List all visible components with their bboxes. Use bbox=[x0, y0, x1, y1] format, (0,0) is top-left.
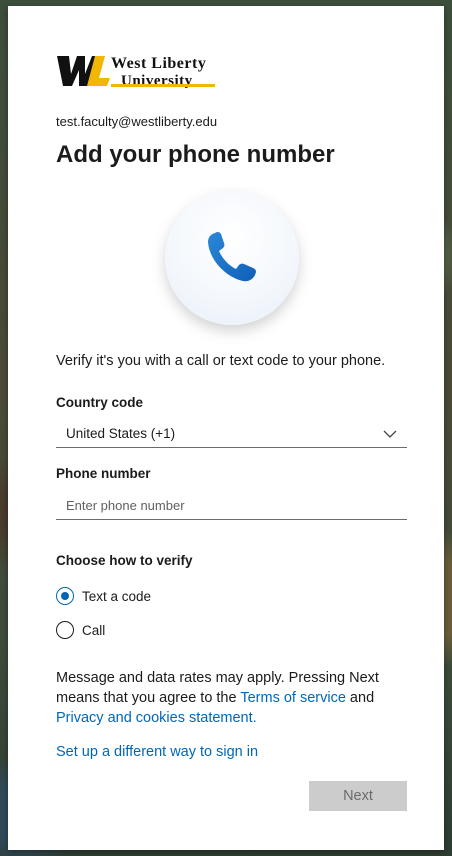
brand-name-line1: West Liberty bbox=[111, 55, 207, 72]
phone-illustration bbox=[165, 191, 299, 325]
notice-text-middle: and bbox=[345, 690, 375, 706]
phone-icon bbox=[208, 232, 256, 282]
country-code-select[interactable]: United States (+1) bbox=[56, 421, 407, 448]
country-code-label: Country code bbox=[56, 395, 144, 410]
radio-button-selected[interactable] bbox=[56, 587, 74, 605]
phone-number-label: Phone number bbox=[56, 466, 151, 481]
university-logo: West Liberty University bbox=[55, 52, 225, 90]
sign-in-card: West Liberty University test.faculty@wes… bbox=[8, 6, 444, 850]
logo-underline bbox=[111, 84, 215, 87]
radio-label-call: Call bbox=[82, 622, 106, 638]
next-button[interactable]: Next bbox=[309, 781, 407, 811]
verify-method-label: Choose how to verify bbox=[56, 553, 193, 568]
phone-number-input[interactable] bbox=[56, 492, 407, 520]
radio-label-text-a-code: Text a code bbox=[82, 588, 152, 604]
account-email: test.faculty@westliberty.edu bbox=[56, 114, 218, 129]
country-code-value: United States (+1) bbox=[66, 426, 176, 441]
privacy-statement-link[interactable]: Privacy and cookies statement. bbox=[56, 710, 257, 726]
rates-notice: Message and data rates may apply. Pressi… bbox=[56, 668, 406, 728]
page-description: Verify it's you with a call or text code… bbox=[56, 353, 386, 369]
radio-text-a-code[interactable]: Text a code bbox=[56, 585, 151, 607]
radio-call[interactable]: Call bbox=[56, 619, 105, 641]
different-sign-in-link[interactable]: Set up a different way to sign in bbox=[56, 744, 258, 760]
terms-of-service-link[interactable]: Terms of service bbox=[240, 690, 346, 706]
chevron-down-icon bbox=[383, 430, 397, 438]
wl-logo-mark-icon bbox=[57, 56, 110, 86]
radio-button-unselected[interactable] bbox=[56, 621, 74, 639]
page-title: Add your phone number bbox=[56, 141, 335, 168]
